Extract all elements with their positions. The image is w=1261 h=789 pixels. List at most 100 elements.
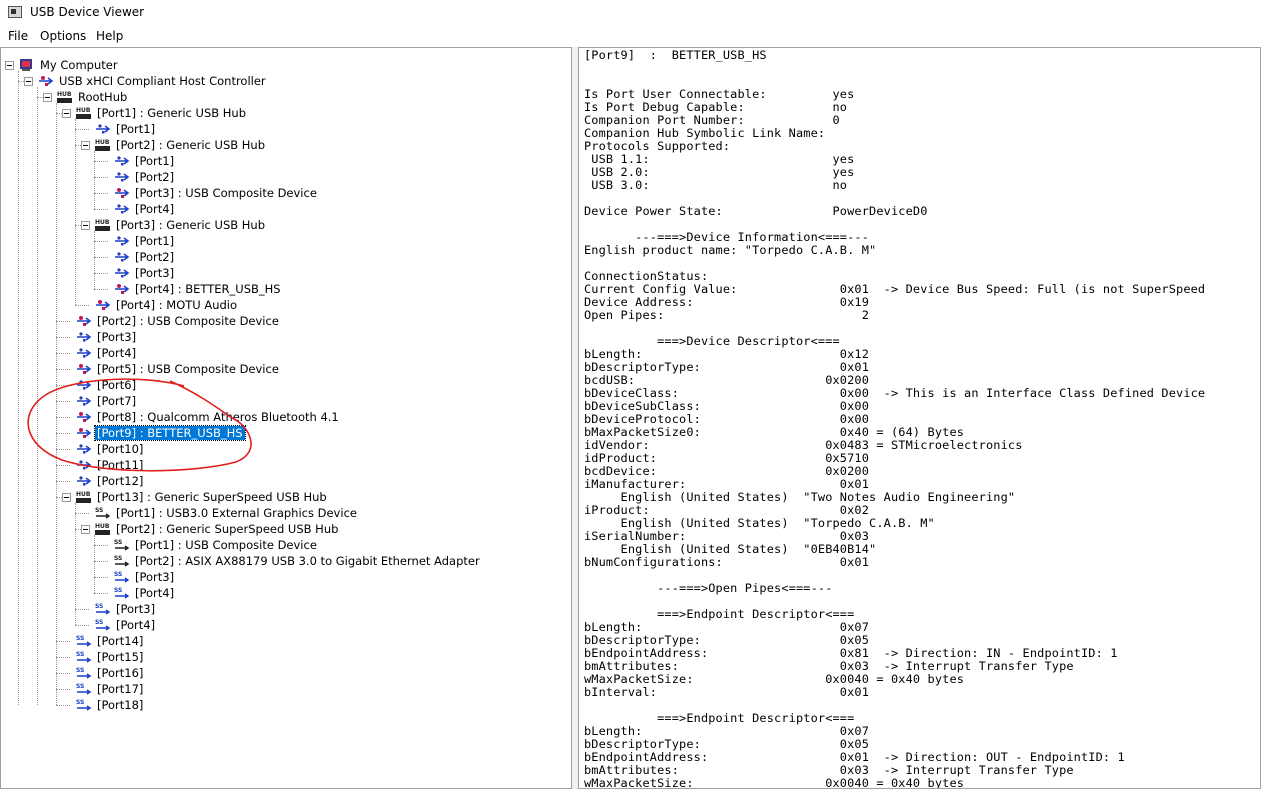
collapse-toggle-icon[interactable] [81, 525, 90, 534]
tree-item-label: RootHub [78, 90, 128, 104]
tree-item-label: [Port4] [135, 202, 175, 216]
device-tree[interactable]: My Computer USB xHCI Compliant Host Contr… [0, 47, 572, 789]
tree-item[interactable]: [Port1] [95, 121, 157, 137]
usb-device-icon [76, 362, 92, 376]
usb-port-icon [114, 234, 130, 248]
usb-device-icon [114, 186, 130, 200]
tree-item-label: [Port9] : BETTER_USB_HS [94, 425, 246, 441]
svg-text:HUB: HUB [76, 491, 91, 498]
tree-connector [94, 273, 108, 274]
tree-item-label: [Port2] [135, 170, 175, 184]
tree-item[interactable]: [Port8] : Qualcomm Atheros Bluetooth 4.1 [76, 409, 341, 425]
usb-port-icon [76, 474, 92, 488]
tree-connector [56, 657, 70, 658]
collapse-toggle-icon[interactable] [81, 141, 90, 150]
tree-item[interactable]: HUB RootHub [57, 89, 129, 105]
tree-item[interactable]: [Port4] [114, 201, 176, 217]
tree-item[interactable]: HUB [Port3] : Generic USB Hub [95, 217, 267, 233]
tree-item[interactable]: SS [Port3] [95, 601, 157, 617]
tree-item[interactable]: [Port6] [76, 377, 138, 393]
tree-item[interactable]: [Port9] : BETTER_USB_HS [76, 425, 246, 441]
tree-item-label: [Port6] [97, 378, 137, 392]
svg-text:HUB: HUB [57, 91, 72, 98]
tree-item[interactable]: [Port10] [76, 441, 145, 457]
tree-item[interactable]: SS [Port4] [95, 617, 157, 633]
usb-device-icon [114, 282, 130, 296]
window-title: USB Device Viewer [30, 5, 145, 19]
tree-item[interactable]: [Port4] [76, 345, 138, 361]
tree-connector [75, 305, 89, 306]
details-pane[interactable]: [Port9] : BETTER_USB_HS Is Port User Con… [578, 47, 1261, 789]
tree-guide-line [37, 87, 38, 705]
menu-help[interactable]: Help [96, 29, 123, 43]
tree-item[interactable]: [Port2] : USB Composite Device [76, 313, 281, 329]
menu-file[interactable]: File [8, 29, 28, 43]
usb-port-icon [114, 170, 130, 184]
tree-item-label: [Port3] : USB Composite Device [135, 186, 317, 200]
tree-item[interactable]: HUB [Port1] : Generic USB Hub [76, 105, 248, 121]
usb-device-icon [95, 298, 111, 312]
tree-item[interactable]: [Port4] : MOTU Audio [95, 297, 239, 313]
tree-item[interactable]: [Port3] : USB Composite Device [114, 185, 319, 201]
tree-item[interactable]: [Port3] [76, 329, 138, 345]
tree-item[interactable]: SS [Port17] [76, 681, 145, 697]
tree-item[interactable]: [Port7] [76, 393, 138, 409]
tree-item[interactable]: HUB [Port13] : Generic SuperSpeed USB Hub [76, 489, 329, 505]
tree-item[interactable]: SS [Port2] : ASIX AX88179 USB 3.0 to Giga… [114, 553, 482, 569]
usb-port-icon [95, 122, 111, 136]
tree-connector [94, 577, 108, 578]
tree-item[interactable]: [Port2] [114, 169, 176, 185]
tree-item[interactable]: HUB [Port2] : Generic SuperSpeed USB Hub [95, 521, 340, 537]
tree-connector [75, 625, 89, 626]
superspeed-port-icon: SS [76, 682, 92, 696]
tree-item[interactable]: USB xHCI Compliant Host Controller [38, 73, 268, 89]
title-bar: USB Device Viewer [0, 0, 1261, 26]
tree-item[interactable]: SS [Port15] [76, 649, 145, 665]
collapse-toggle-icon[interactable] [43, 93, 52, 102]
svg-text:SS: SS [76, 683, 84, 690]
collapse-toggle-icon[interactable] [62, 109, 71, 118]
tree-item[interactable]: [Port2] [114, 249, 176, 265]
usb-port-icon [114, 266, 130, 280]
collapse-toggle-icon[interactable] [5, 61, 14, 70]
tree-item[interactable]: SS [Port3] [114, 569, 176, 585]
tree-item[interactable]: [Port3] [114, 265, 176, 281]
tree-item-label: [Port7] [97, 394, 137, 408]
tree-item-label: [Port2] [135, 250, 175, 264]
superspeed-port-icon: SS [114, 570, 130, 584]
tree-item[interactable]: [Port11] [76, 457, 145, 473]
tree-item[interactable]: SS [Port1] : USB Composite Device [114, 537, 319, 553]
tree-item[interactable]: [Port1] [114, 233, 176, 249]
svg-text:HUB: HUB [95, 219, 110, 226]
tree-item-label: [Port2] : Generic SuperSpeed USB Hub [116, 522, 339, 536]
tree-item-label: [Port4] : BETTER_USB_HS [135, 282, 281, 296]
menu-options[interactable]: Options [40, 29, 86, 43]
tree-item[interactable]: SS [Port14] [76, 633, 145, 649]
tree-item[interactable]: HUB [Port2] : Generic USB Hub [95, 137, 267, 153]
svg-text:HUB: HUB [76, 107, 91, 114]
tree-connector [94, 257, 108, 258]
usb-port-icon [114, 202, 130, 216]
hub-icon: HUB [95, 522, 110, 536]
tree-connector [94, 241, 108, 242]
superspeed-port-icon: SS [95, 618, 111, 632]
tree-item[interactable]: SS [Port18] [76, 697, 145, 713]
collapse-toggle-icon[interactable] [24, 77, 33, 86]
tree-item-label: [Port8] : Qualcomm Atheros Bluetooth 4.1 [97, 410, 339, 424]
tree-item[interactable]: [Port12] [76, 473, 145, 489]
tree-item[interactable]: [Port5] : USB Composite Device [76, 361, 281, 377]
collapse-toggle-icon[interactable] [81, 221, 90, 230]
collapse-toggle-icon[interactable] [62, 493, 71, 502]
tree-item[interactable]: SS [Port1] : USB3.0 External Graphics Dev… [95, 505, 359, 521]
computer-icon [19, 58, 34, 72]
details-text: [Port9] : BETTER_USB_HS Is Port User Con… [584, 48, 1206, 789]
tree-item[interactable]: [Port4] : BETTER_USB_HS [114, 281, 283, 297]
tree-item[interactable]: SS [Port4] [114, 585, 176, 601]
tree-item[interactable]: My Computer [19, 57, 120, 73]
tree-connector [56, 369, 70, 370]
tree-item[interactable]: [Port1] [114, 153, 176, 169]
tree-connector [75, 129, 89, 130]
tree-item[interactable]: SS [Port16] [76, 665, 145, 681]
tree-connector [75, 609, 89, 610]
tree-item-label: [Port15] [97, 650, 144, 664]
